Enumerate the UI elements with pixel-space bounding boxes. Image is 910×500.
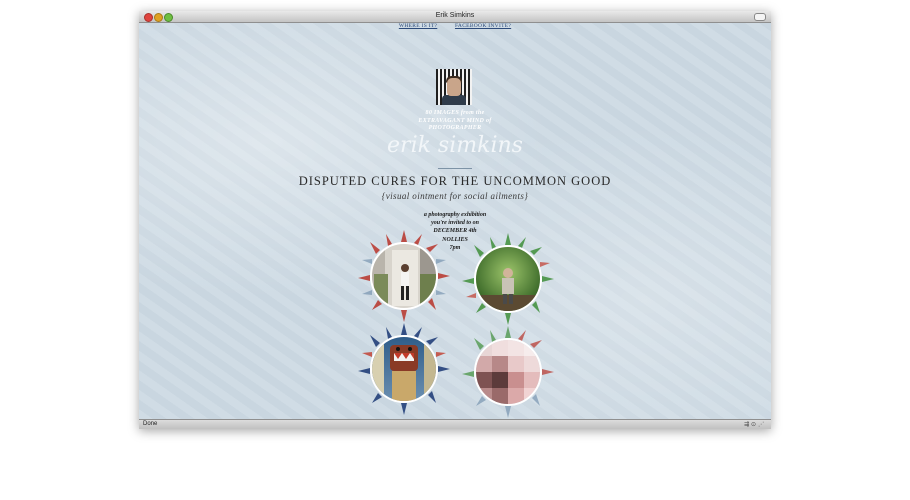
window-title: Erik Simkins — [435, 12, 475, 19]
top-nav: WHERE IS IT? FACEBOOK INVITE? — [139, 23, 771, 29]
photo-pixelated — [474, 338, 542, 406]
photo-bubble-doorway[interactable] — [358, 230, 450, 322]
event-date: DECEMBER 4th — [433, 228, 477, 235]
resize-grip-icon[interactable]: ⋰ — [758, 421, 766, 428]
tagline-line: EXTRAVAGANT MIND of — [418, 117, 492, 124]
status-text: Done — [143, 421, 158, 427]
browser-window: Erik Simkins WHERE IS IT? FACEBOOK INVIT… — [139, 11, 771, 429]
photo-doorway — [370, 242, 438, 310]
where-is-it-link[interactable]: WHERE IS IT? — [399, 23, 437, 29]
exhibition-subtitle: {visual ointment for social ailments} — [381, 191, 529, 201]
exhibition-title: DISPUTED CURES FOR THE UNCOMMON GOOD — [298, 174, 612, 188]
page-content: WHERE IS IT? FACEBOOK INVITE? 80 IMAGES … — [139, 23, 771, 419]
rss-icon[interactable]: ⇶ — [744, 421, 751, 428]
status-icons: ⇶⊙⋰ — [744, 421, 766, 428]
facebook-invite-link[interactable]: FACEBOOK INVITE? — [455, 23, 511, 29]
photographer-name: erik simkins — [387, 133, 523, 158]
details-line: you're invited to on — [431, 220, 479, 227]
tagline-line: 80 IMAGES from the — [425, 110, 485, 116]
event-time: 7pm — [449, 244, 461, 251]
tagline-line: PHOTOGRAPHER — [428, 125, 482, 131]
event-details: a photography exhibition you're invited … — [139, 211, 771, 252]
lock-icon[interactable]: ⊙ — [751, 421, 758, 428]
event-venue: NOLLIES — [442, 236, 468, 243]
status-bar: Done ⇶⊙⋰ — [139, 419, 771, 429]
toolbar-toggle-icon[interactable] — [754, 13, 766, 21]
photo-bubble-costume[interactable] — [358, 323, 450, 415]
details-line: a photography exhibition — [423, 212, 487, 218]
photo-bubble-pixelated[interactable] — [462, 326, 554, 418]
photo-costume — [370, 335, 438, 403]
photo-bubble-forest[interactable] — [462, 233, 554, 325]
logo-photo — [436, 69, 472, 105]
title-bar[interactable]: Erik Simkins — [139, 11, 771, 23]
photo-forest — [474, 245, 542, 313]
tagline: 80 IMAGES from the EXTRAVAGANT MIND of P… — [395, 110, 515, 133]
divider — [438, 168, 472, 169]
